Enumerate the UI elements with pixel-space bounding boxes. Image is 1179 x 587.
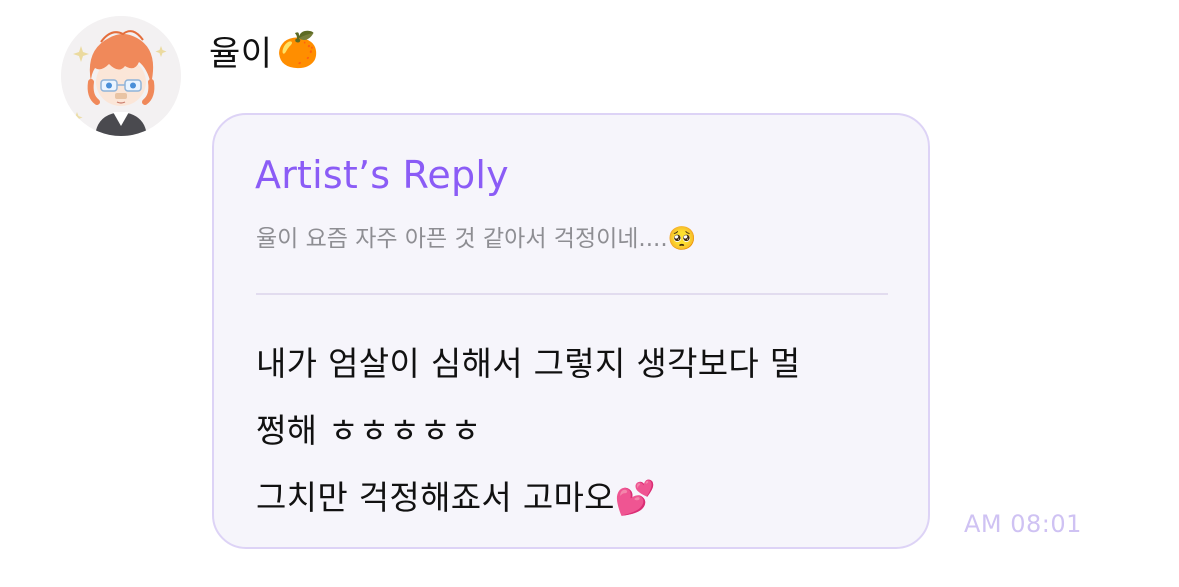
sender-avatar[interactable]	[61, 16, 181, 136]
reply-body-line-1: 내가 엄살이 심해서 그렇지 생각보다 멀	[256, 344, 801, 383]
sender-name-row: 율이 🍊	[209, 22, 319, 78]
reply-divider	[256, 293, 888, 295]
message-timestamp: AM 08:01	[964, 510, 1082, 538]
orange-emoji-icon: 🍊	[276, 30, 320, 70]
reply-body-line-2: 쩡해 ㅎㅎㅎㅎㅎ	[256, 411, 482, 450]
reply-body-line-3: 그치만 걱정해죠서 고마오💕	[256, 478, 657, 517]
quoted-fan-message: 율이 요즘 자주 아픈 것 같아서 걱정이네....🥺	[256, 226, 697, 252]
sender-name: 율이	[209, 33, 273, 74]
avatar-illustration	[61, 16, 181, 136]
artist-reply-label: Artist’s Reply	[255, 153, 509, 197]
